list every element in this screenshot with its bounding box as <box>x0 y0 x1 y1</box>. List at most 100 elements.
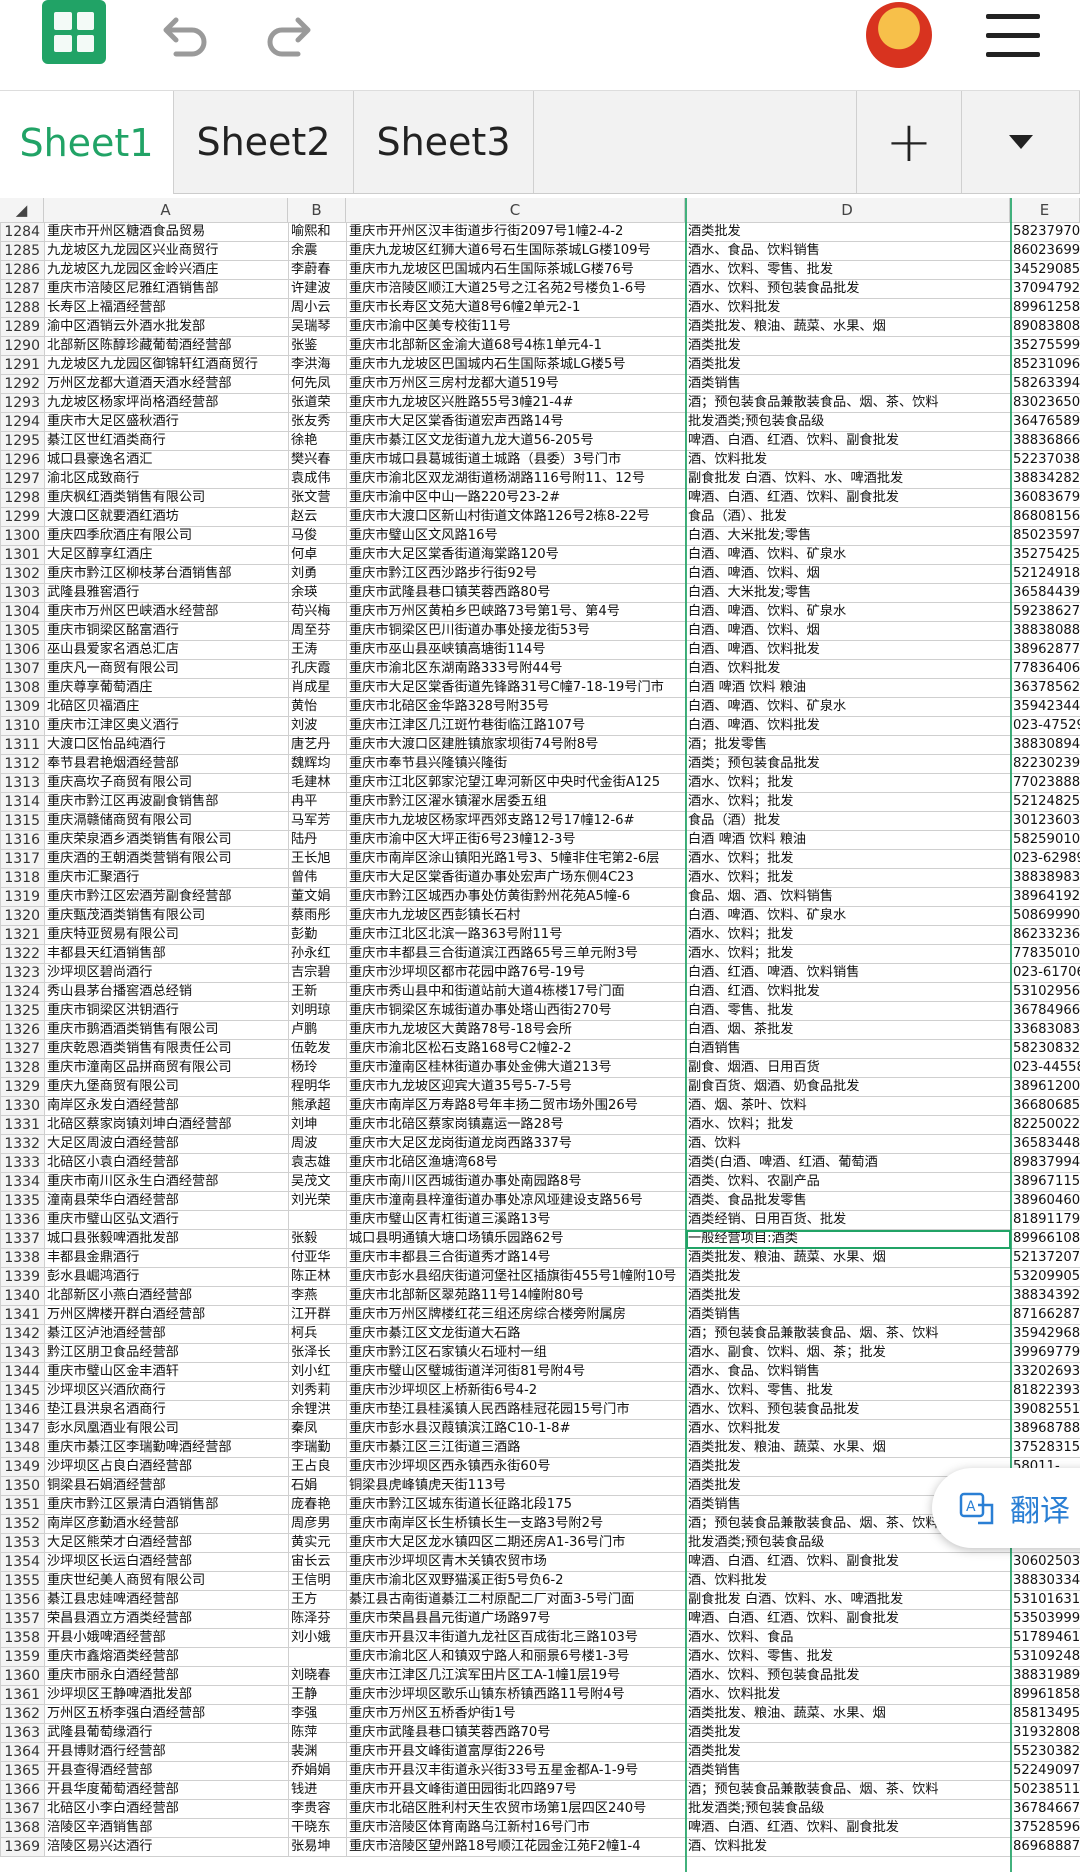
cell-d[interactable]: 白酒、啤酒、饮料、矿泉水 <box>685 602 1011 622</box>
cell-d[interactable]: 啤酒、白酒、红酒、饮料、副食批发 <box>685 1609 1011 1629</box>
row-number[interactable]: 1346 <box>0 1400 45 1420</box>
cell-a[interactable]: 綦江区泸池酒经营部 <box>44 1324 289 1344</box>
cell-c[interactable]: 重庆市开县汉丰街道永兴街33号五星金都A-1-9号 <box>346 1761 686 1781</box>
cell-c[interactable]: 重庆市大足区棠香街道先锋路31号C幢7-18-19号门市 <box>346 678 686 698</box>
cell-c[interactable]: 重庆市开州区汉丰街道步行街2097号1幢2-4-2 <box>346 222 686 242</box>
row-number[interactable]: 1357 <box>0 1609 45 1629</box>
cell-b[interactable]: 蔡雨彤 <box>288 906 347 926</box>
cell-a[interactable]: 重庆市涪陵区尼雅红酒销售部 <box>44 279 289 299</box>
cell-a[interactable]: 重庆市鑫熔酒类经营部 <box>44 1647 289 1667</box>
cell-e[interactable]: 38838983 <box>1010 868 1080 888</box>
cell-e[interactable]: 36378562 <box>1010 678 1080 698</box>
cell-e[interactable]: 58263394 <box>1010 374 1080 394</box>
cell-b[interactable]: 毛建林 <box>288 773 347 793</box>
cell-a[interactable]: 城口县豪逸名酒汇 <box>44 450 289 470</box>
cell-b[interactable]: 马军芳 <box>288 811 347 831</box>
cell-c[interactable]: 重庆市大足区棠香街道海棠路120号 <box>346 545 686 565</box>
cell-c[interactable]: 重庆市大渡口区建胜镇旅家坝街74号附8号 <box>346 735 686 755</box>
row-number[interactable]: 1359 <box>0 1647 45 1667</box>
cell-b[interactable]: 张易坤 <box>288 1837 347 1857</box>
row-number[interactable]: 1366 <box>0 1780 45 1800</box>
cell-a[interactable]: 渝北区成致商行 <box>44 469 289 489</box>
cell-b[interactable]: 周至芬 <box>288 621 347 641</box>
cell-a[interactable]: 垫江县洪泉名酒商行 <box>44 1400 289 1420</box>
cell-e[interactable]: 35942344 <box>1010 697 1080 717</box>
cell-c[interactable]: 重庆市渝北区双野猫溪正街5号负6-2 <box>346 1571 686 1591</box>
cell-c[interactable]: 重庆市江北区北滨一路363号附11号 <box>346 925 686 945</box>
row-number[interactable]: 1308 <box>0 678 45 698</box>
cell-d[interactable]: 酒；预包装食品兼散装食品、烟、茶、饮料 <box>685 393 1011 413</box>
cell-b[interactable]: 何先凤 <box>288 374 347 394</box>
row-number[interactable]: 1295 <box>0 431 45 451</box>
cell-a[interactable]: 重庆市潼南区品拼商贸有限公司 <box>44 1058 289 1078</box>
cell-a[interactable]: 重庆市黔江区景清白酒销售部 <box>44 1495 289 1515</box>
cell-a[interactable]: 北部新区陈醇珍藏葡萄酒经营部 <box>44 336 289 356</box>
cell-c[interactable]: 重庆市丰都县三合街道秀才路14号 <box>346 1248 686 1268</box>
cell-a[interactable]: 重庆市南川区永生白酒经营部 <box>44 1172 289 1192</box>
tab-sheet3[interactable]: Sheet3 <box>354 91 534 193</box>
row-number[interactable]: 1331 <box>0 1115 45 1135</box>
cell-d[interactable]: 酒类、食品批发零售 <box>685 1191 1011 1211</box>
cell-c[interactable]: 重庆市开县文峰街道富厚街226号 <box>346 1742 686 1762</box>
cell-e[interactable]: 36583448 <box>1010 1134 1080 1154</box>
cell-d[interactable]: 食品（酒）批发 <box>685 811 1011 831</box>
cell-a[interactable]: 大足区周波白酒经营部 <box>44 1134 289 1154</box>
cell-b[interactable]: 何卓 <box>288 545 347 565</box>
cell-c[interactable]: 重庆市北碚区金华路328号附35号 <box>346 697 686 717</box>
cell-d[interactable]: 酒类销售 <box>685 374 1011 394</box>
cell-c[interactable]: 重庆市綦江区文龙街道九龙大道56-205号 <box>346 431 686 451</box>
cell-e[interactable]: 36784966 <box>1010 1001 1080 1021</box>
cell-a[interactable]: 綦江县忠娃啤酒经营部 <box>44 1590 289 1610</box>
cell-c[interactable]: 重庆市垫江县桂溪镇人民西路桂冠花园15号门市 <box>346 1400 686 1420</box>
cell-d[interactable]: 酒水、饮料；批发 <box>685 1115 1011 1135</box>
cell-e[interactable]: 86023699 <box>1010 241 1080 261</box>
cell-b[interactable]: 袁志雄 <box>288 1153 347 1173</box>
cell-b[interactable] <box>288 1647 347 1667</box>
redo-icon[interactable] <box>262 8 318 64</box>
cell-c[interactable]: 重庆市奉节县兴隆镇兴隆街 <box>346 754 686 774</box>
sheet-app-icon[interactable] <box>42 0 106 64</box>
cell-b[interactable]: 裴渊 <box>288 1742 347 1762</box>
cell-c[interactable]: 重庆市北碚区蔡家岗镇嘉运一路28号 <box>346 1115 686 1135</box>
cell-b[interactable]: 李瑞勤 <box>288 1438 347 1458</box>
cell-b[interactable]: 付亚华 <box>288 1248 347 1268</box>
cell-a[interactable]: 巫山县爱家名酒总汇店 <box>44 640 289 660</box>
cell-a[interactable]: 沙坪坝区碧尚酒行 <box>44 963 289 983</box>
cell-b[interactable]: 陈正林 <box>288 1267 347 1287</box>
row-number[interactable]: 1354 <box>0 1552 45 1572</box>
cell-c[interactable]: 重庆市彭水县汉葭镇滨江路C10-1-8# <box>346 1419 686 1439</box>
undo-icon[interactable] <box>156 8 212 64</box>
cell-c[interactable]: 重庆市綦江区文龙街道大石路 <box>346 1324 686 1344</box>
cell-d[interactable]: 酒类经销、日用百货、批发 <box>685 1210 1011 1230</box>
cell-e[interactable]: 023-61706 <box>1010 963 1080 983</box>
cell-e[interactable]: 35275599 <box>1010 336 1080 356</box>
cell-c[interactable]: 重庆市涪陵区望州路18号顺江花园金江苑F2幢1-4 <box>346 1837 686 1857</box>
cell-b[interactable]: 许建波 <box>288 279 347 299</box>
row-number[interactable]: 1297 <box>0 469 45 489</box>
cell-d[interactable]: 白酒 啤酒 饮料 粮油 <box>685 678 1011 698</box>
cell-d[interactable]: 白酒、啤酒、饮料批发 <box>685 716 1011 736</box>
row-number[interactable]: 1328 <box>0 1058 45 1078</box>
cell-a[interactable]: 沙坪坝区兴酒欣商行 <box>44 1381 289 1401</box>
cell-c[interactable]: 重庆市北部新区翠苑路11号14幢附80号 <box>346 1286 686 1306</box>
cell-b[interactable]: 宙长云 <box>288 1552 347 1572</box>
row-number[interactable]: 1304 <box>0 602 45 622</box>
cell-a[interactable]: 重庆市汇聚酒行 <box>44 868 289 888</box>
row-number[interactable]: 1288 <box>0 298 45 318</box>
add-sheet-button[interactable]: + <box>856 91 962 193</box>
cell-c[interactable]: 重庆市南川区西城街道办事处南园路8号 <box>346 1172 686 1192</box>
cell-c[interactable]: 重庆市沙坪坝区西永镇西永街60号 <box>346 1457 686 1477</box>
cell-d[interactable]: 酒、饮料批发 <box>685 450 1011 470</box>
cell-b[interactable]: 李强 <box>288 1704 347 1724</box>
row-number[interactable]: 1362 <box>0 1704 45 1724</box>
cell-b[interactable]: 乔娟娟 <box>288 1761 347 1781</box>
cell-e[interactable]: 82230239 <box>1010 754 1080 774</box>
cell-a[interactable]: 重庆荣泉酒乡酒类销售有限公司 <box>44 830 289 850</box>
cell-c[interactable]: 重庆市万州区三房村龙都大道519号 <box>346 374 686 394</box>
cell-b[interactable]: 刘小红 <box>288 1362 347 1382</box>
cell-b[interactable]: 张泽长 <box>288 1343 347 1363</box>
cell-b[interactable]: 唐艺丹 <box>288 735 347 755</box>
cell-b[interactable]: 董文娟 <box>288 887 347 907</box>
cell-d[interactable]: 副食批发 白酒、饮料、水、啤酒批发 <box>685 1590 1011 1610</box>
cell-d[interactable]: 酒类；预包装食品批发 <box>685 754 1011 774</box>
